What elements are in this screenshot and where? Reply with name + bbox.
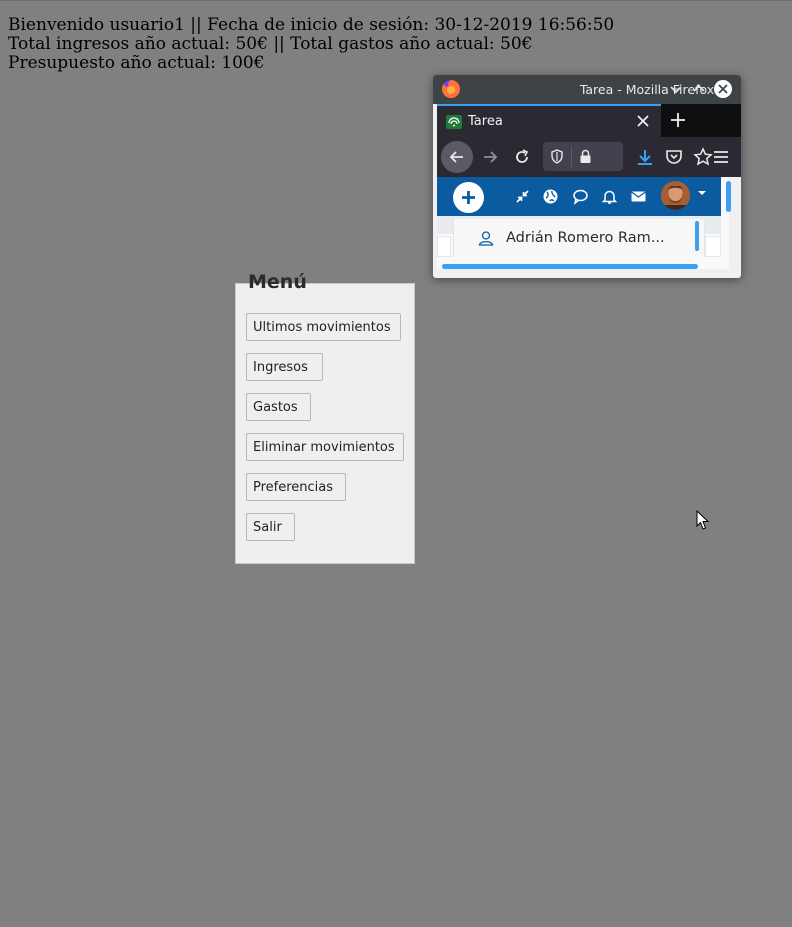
page-vertical-scrollbar[interactable] [726,181,731,212]
download-icon[interactable] [635,147,655,167]
tab-title: Tarea [468,114,503,129]
back-button[interactable] [441,141,473,173]
close-icon[interactable] [714,80,732,98]
ultimos-movimientos-button[interactable]: Ultimos movimientos [246,313,401,341]
hamburger-menu-icon[interactable] [711,147,731,167]
top-border [0,0,792,1]
bell-icon[interactable] [601,188,618,205]
avatar-photo-icon [661,181,690,210]
back-icon [449,151,463,163]
preferencias-button[interactable]: Preferencias [246,473,346,501]
menu-title: Menú [248,271,307,293]
compress-icon[interactable] [514,188,531,205]
url-separator [571,146,572,167]
ingresos-button[interactable]: Ingresos [246,353,323,381]
plus-icon [462,191,475,204]
welcome-line: Bienvenido usuario1 || Fecha de inicio d… [8,15,615,35]
reload-icon[interactable] [512,147,532,167]
user-dropdown[interactable]: Adrián Romero Ram... [453,219,705,257]
minimize-icon[interactable] [667,80,685,98]
chat-icon[interactable] [572,188,589,205]
mail-icon[interactable] [630,188,647,205]
chevron-down-icon[interactable] [697,190,707,196]
lock-icon[interactable] [579,149,592,164]
user-name: Adrián Romero Ram... [506,230,665,246]
url-bar[interactable] [543,142,623,171]
window-titlebar[interactable]: Tarea - Mozilla Firefox [433,75,741,104]
left-panel-edge [437,236,451,257]
firefox-window: Tarea - Mozilla Firefox Tarea Adrián Rom… [433,75,741,278]
new-tab-icon[interactable] [667,109,689,131]
session-info: Bienvenido usuario1 || Fecha de inicio d… [8,16,614,73]
user-icon [478,231,494,246]
mouse-cursor-icon [696,510,710,530]
budget-line: Presupuesto año actual: 100€ [8,53,265,73]
totals-line: Total ingresos año actual: 50€ || Total … [8,34,533,54]
gastos-button[interactable]: Gastos [246,393,311,421]
app-toolbar [437,177,721,216]
salir-button[interactable]: Salir [246,513,295,541]
page-horizontal-scrollbar[interactable] [442,264,698,269]
add-button[interactable] [453,182,484,213]
right-panel-edge [705,236,721,257]
tab-favicon-icon [446,115,462,129]
avatar[interactable] [661,181,690,210]
pocket-icon[interactable] [664,147,684,167]
maximize-icon[interactable] [690,80,708,98]
forward-icon[interactable] [480,147,500,167]
bookmark-star-icon[interactable] [693,147,713,167]
tab-close-icon[interactable] [635,113,651,129]
eliminar-movimientos-button[interactable]: Eliminar movimientos [246,433,404,461]
dropdown-scrollbar[interactable] [695,221,699,251]
navigation-toolbar [437,137,741,177]
shield-icon[interactable] [550,149,564,164]
tab-strip: Tarea [437,104,741,137]
tab-tarea[interactable]: Tarea [437,104,661,137]
globe-icon[interactable] [542,188,559,205]
page-content: Adrián Romero Ram... [437,177,729,269]
